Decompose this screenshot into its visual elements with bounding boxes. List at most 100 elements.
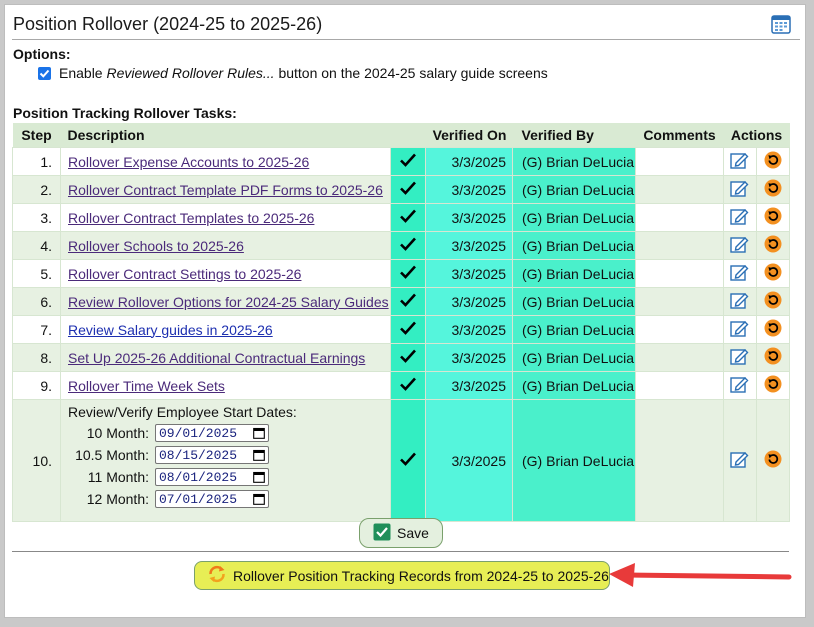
table-row: 3. Rollover Contract Templates to 2025-26… <box>12 203 790 232</box>
verified-on: 3/3/2025 <box>425 371 513 400</box>
task-link[interactable]: Rollover Contract Template PDF Forms to … <box>68 182 383 198</box>
step-number: 6. <box>12 287 61 316</box>
calendar-icon[interactable] <box>771 14 791 34</box>
edit-action-cell <box>723 287 757 316</box>
task-description-cell: Review/Verify Employee Start Dates: 10 Mo… <box>60 399 391 522</box>
edit-icon[interactable] <box>730 179 750 201</box>
verified-by: (G) Brian DeLucia <box>512 287 636 316</box>
header-actions: Actions <box>723 123 790 148</box>
edit-icon[interactable] <box>730 347 750 369</box>
verified-check-icon <box>390 147 426 176</box>
rollover-records-button[interactable]: Rollover Position Tracking Records from … <box>194 561 610 590</box>
edit-icon[interactable] <box>730 291 750 313</box>
undo-icon[interactable] <box>763 150 783 173</box>
verified-on: 3/3/2025 <box>425 175 513 204</box>
undo-icon[interactable] <box>763 374 783 397</box>
calendar-picker-icon[interactable] <box>253 427 265 439</box>
edit-icon[interactable] <box>730 375 750 397</box>
task-link[interactable]: Rollover Schools to 2025-26 <box>68 238 244 254</box>
start-date-input[interactable]: 08/15/2025 <box>155 446 269 464</box>
task-link[interactable]: Review Salary guides in 2025-26 <box>68 322 273 338</box>
start-date-label: 11 Month: <box>87 469 149 485</box>
start-date-label: 10.5 Month: <box>75 447 149 463</box>
verified-check-icon <box>390 315 426 344</box>
edit-action-cell <box>723 231 757 260</box>
verified-on: 3/3/2025 <box>425 343 513 372</box>
header-step: Step <box>12 123 61 148</box>
task-link[interactable]: Rollover Time Week Sets <box>68 378 225 394</box>
start-date-input[interactable]: 07/01/2025 <box>155 490 269 508</box>
start-date-input[interactable]: 09/01/2025 <box>155 424 269 442</box>
edit-icon[interactable] <box>730 207 750 229</box>
step-number: 2. <box>12 175 61 204</box>
comments-cell <box>635 203 724 232</box>
task-link[interactable]: Rollover Contract Templates to 2025-26 <box>68 210 314 226</box>
table-row: 5. Rollover Contract Settings to 2025-26 3… <box>12 259 790 288</box>
edit-icon[interactable] <box>730 151 750 173</box>
task-link[interactable]: Rollover Contract Settings to 2025-26 <box>68 266 301 282</box>
edit-icon[interactable] <box>730 263 750 285</box>
calendar-picker-icon[interactable] <box>253 493 265 505</box>
task-link[interactable]: Set Up 2025-26 Additional Contractual Ea… <box>68 350 365 366</box>
start-date-row: 11 Month: 08/01/2025 <box>68 468 390 486</box>
verified-check-icon <box>390 287 426 316</box>
undo-action-cell <box>756 371 790 400</box>
undo-icon[interactable] <box>763 178 783 201</box>
start-date-row: 12 Month: 07/01/2025 <box>68 490 390 508</box>
task-link[interactable]: Rollover Expense Accounts to 2025-26 <box>68 154 309 170</box>
start-date-row: 10 Month: 09/01/2025 <box>68 424 390 442</box>
verified-check-icon <box>390 343 426 372</box>
verified-by: (G) Brian DeLucia <box>512 147 636 176</box>
edit-icon[interactable] <box>730 235 750 257</box>
enable-rollover-rules-checkbox[interactable] <box>38 66 51 80</box>
table-row: 1. Rollover Expense Accounts to 2025-26 3/… <box>12 147 790 176</box>
tasks-label: Position Tracking Rollover Tasks: <box>13 105 237 121</box>
undo-icon[interactable] <box>763 234 783 257</box>
step-number: 3. <box>12 203 61 232</box>
table-row: 8. Set Up 2025-26 Additional Contractual … <box>12 343 790 372</box>
verified-check-icon <box>390 399 426 522</box>
task-description-cell: Review Salary guides in 2025-26 <box>60 315 391 344</box>
task-link[interactable]: Review Rollover Options for 2024-25 Sala… <box>68 294 389 310</box>
verified-by: (G) Brian DeLucia <box>512 203 636 232</box>
verified-by: (G) Brian DeLucia <box>512 231 636 260</box>
edit-icon[interactable] <box>730 319 750 341</box>
save-button[interactable]: Save <box>359 518 443 548</box>
header-verified-on: Verified On <box>425 123 513 148</box>
verified-by: (G) Brian DeLucia <box>512 259 636 288</box>
verified-on: 3/3/2025 <box>425 259 513 288</box>
undo-icon[interactable] <box>763 290 783 313</box>
step-number: 9. <box>12 371 61 400</box>
header-description: Description <box>60 123 391 148</box>
undo-icon[interactable] <box>763 449 783 472</box>
calendar-picker-icon[interactable] <box>253 449 265 461</box>
comments-cell <box>635 231 724 260</box>
step-number: 10. <box>12 399 61 522</box>
options-label: Options: <box>13 46 71 62</box>
start-date-input[interactable]: 08/01/2025 <box>155 468 269 486</box>
edit-icon[interactable] <box>730 450 750 472</box>
task-description-cell: Rollover Time Week Sets <box>60 371 391 400</box>
comments-cell <box>635 259 724 288</box>
table-row: 2. Rollover Contract Template PDF Forms t… <box>12 175 790 204</box>
rollover-label: Rollover Position Tracking Records from … <box>233 567 609 584</box>
undo-action-cell <box>756 399 790 522</box>
undo-icon[interactable] <box>763 346 783 369</box>
undo-icon[interactable] <box>763 206 783 229</box>
header-verified-by: Verified By <box>512 123 636 148</box>
undo-icon[interactable] <box>763 262 783 285</box>
verified-check-icon <box>390 203 426 232</box>
edit-action-cell <box>723 147 757 176</box>
comments-cell <box>635 175 724 204</box>
edit-action-cell <box>723 343 757 372</box>
verified-on: 3/3/2025 <box>425 147 513 176</box>
verified-by: (G) Brian DeLucia <box>512 175 636 204</box>
step-number: 5. <box>12 259 61 288</box>
verified-by: (G) Brian DeLucia <box>512 315 636 344</box>
undo-icon[interactable] <box>763 318 783 341</box>
table-row: 10. Review/Verify Employee Start Dates: 10… <box>12 399 790 522</box>
start-date-value: 07/01/2025 <box>159 491 238 507</box>
calendar-picker-icon[interactable] <box>253 471 265 483</box>
rollover-tasks-table: Step Description Verified On Verified By… <box>12 123 790 522</box>
options-text-prefix: Enable <box>59 65 107 81</box>
